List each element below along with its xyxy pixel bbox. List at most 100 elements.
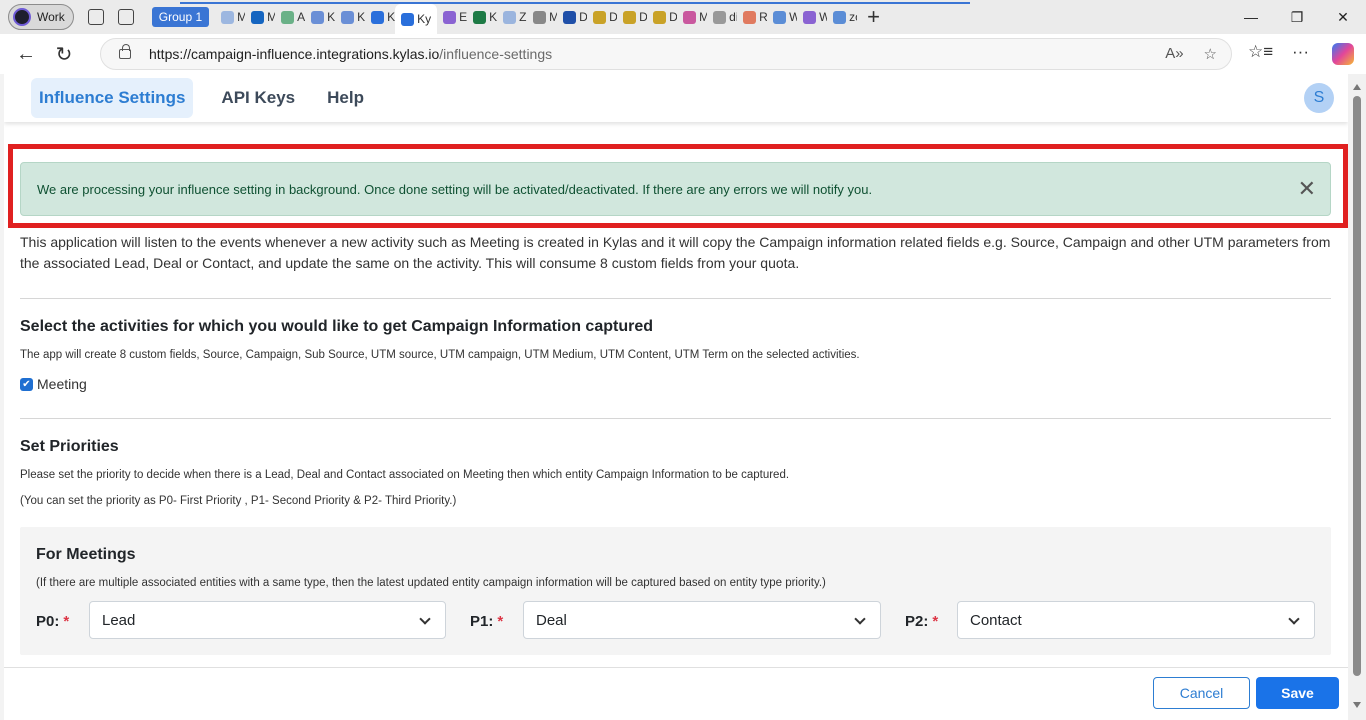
more-options-icon[interactable]: ··· bbox=[1292, 42, 1309, 62]
tab-label: Ky bbox=[387, 10, 396, 24]
browser-tab[interactable]: Ki bbox=[467, 4, 497, 30]
tab-favicon-icon bbox=[473, 10, 487, 24]
p1-label: P1: * bbox=[470, 613, 503, 630]
tab-label: Zc bbox=[519, 10, 527, 24]
activities-heading: Select the activities for which you woul… bbox=[20, 318, 653, 335]
p0-label-text: P0: bbox=[36, 613, 60, 630]
checkbox-checked-icon[interactable]: ✔ bbox=[20, 377, 33, 391]
new-tab-button[interactable]: + bbox=[867, 4, 880, 30]
browser-tab-strip: Work Group 1 MMAcKyKyKyKy✕ExKiZcMDDDDMdi… bbox=[0, 0, 1366, 34]
user-avatar[interactable]: S bbox=[1304, 83, 1334, 113]
back-icon[interactable]: ← bbox=[10, 38, 42, 70]
browser-tab[interactable]: M bbox=[245, 4, 275, 30]
tab-favicon-icon bbox=[503, 10, 517, 24]
address-bar-row: ← ↻ https://campaign-influence.integrati… bbox=[0, 34, 1366, 74]
tab-favicon-icon bbox=[683, 10, 697, 24]
tab-label: Ac bbox=[297, 10, 306, 24]
browser-tab[interactable]: Ky bbox=[365, 4, 395, 30]
browser-tab[interactable]: D bbox=[617, 4, 647, 30]
browser-tab[interactable]: W bbox=[767, 4, 797, 30]
p0-selected-value: Lead bbox=[102, 611, 136, 629]
scroll-thumb[interactable] bbox=[1353, 96, 1361, 676]
save-button[interactable]: Save bbox=[1256, 677, 1339, 709]
browser-tab[interactable]: M bbox=[215, 4, 245, 30]
required-mark: * bbox=[63, 613, 70, 630]
browser-tab[interactable]: Ex bbox=[437, 4, 467, 30]
tab-favicon-icon bbox=[281, 10, 295, 24]
tab-influence-settings[interactable]: Influence Settings bbox=[31, 78, 194, 118]
tab-favicon-icon bbox=[251, 10, 265, 24]
p2-label: P2: * bbox=[905, 613, 938, 630]
page-content: Influence Settings API Keys Help S We ar… bbox=[4, 74, 1348, 720]
scroll-up-icon[interactable] bbox=[1353, 84, 1361, 90]
meeting-checkbox-label: Meeting bbox=[37, 376, 87, 392]
url-input[interactable]: https://campaign-influence.integrations.… bbox=[100, 38, 1232, 70]
chevron-down-icon bbox=[854, 613, 866, 625]
p1-select[interactable]: Deal bbox=[523, 601, 881, 639]
p0-select[interactable]: Lead bbox=[89, 601, 446, 639]
tab-help[interactable]: Help bbox=[319, 78, 372, 118]
meeting-checkbox[interactable]: ✔ Meeting bbox=[20, 376, 87, 392]
browser-tab[interactable]: Ac bbox=[275, 4, 305, 30]
tab-favicon-icon bbox=[743, 10, 757, 24]
read-aloud-icon[interactable]: A» bbox=[1165, 45, 1183, 63]
tab-list: MMAcKyKyKyKy✕ExKiZcMDDDDMdiReWWzc bbox=[215, 0, 857, 34]
favorites-icon[interactable]: ☆≡ bbox=[1248, 42, 1273, 62]
tab-actions-icon[interactable] bbox=[117, 9, 134, 25]
browser-tab[interactable]: M bbox=[677, 4, 707, 30]
close-icon[interactable]: ✕ bbox=[1298, 178, 1316, 200]
activities-subtext: The app will create 8 custom fields, Sou… bbox=[20, 349, 860, 361]
p1-selected-value: Deal bbox=[536, 611, 567, 629]
tab-api-keys[interactable]: API Keys bbox=[213, 78, 303, 118]
browser-tab[interactable]: Zc bbox=[497, 4, 527, 30]
scroll-down-icon[interactable] bbox=[1353, 702, 1361, 708]
browser-tab[interactable]: D bbox=[647, 4, 677, 30]
profile-button[interactable]: Work bbox=[8, 4, 74, 30]
copilot-icon[interactable] bbox=[1332, 43, 1354, 65]
workspaces-icon[interactable] bbox=[87, 9, 104, 25]
tab-label: Ky bbox=[327, 10, 336, 24]
tab-label: Ki bbox=[489, 10, 498, 24]
app-description: This application will listen to the even… bbox=[20, 234, 1331, 271]
tab-favicon-icon bbox=[623, 10, 637, 24]
browser-tab[interactable]: Ky bbox=[335, 4, 365, 30]
favorite-star-icon[interactable]: ☆ bbox=[1204, 45, 1217, 63]
browser-tab[interactable]: zc bbox=[827, 4, 857, 30]
page-scrollbar[interactable] bbox=[1348, 74, 1366, 720]
meetings-priority-panel: For Meetings (If there are multiple asso… bbox=[20, 527, 1331, 655]
priorities-description: Please set the priority to decide when t… bbox=[20, 469, 790, 481]
tab-favicon-icon bbox=[371, 10, 385, 24]
processing-alert: We are processing your influence setting… bbox=[20, 162, 1331, 216]
p2-selected-value: Contact bbox=[970, 611, 1022, 629]
minimize-button[interactable]: — bbox=[1228, 0, 1274, 34]
tab-label: Ex bbox=[459, 10, 468, 24]
browser-tab[interactable]: D bbox=[587, 4, 617, 30]
lock-icon[interactable] bbox=[119, 44, 131, 59]
divider bbox=[20, 418, 1331, 419]
alert-message: We are processing your influence setting… bbox=[37, 181, 873, 197]
p2-label-text: P2: bbox=[905, 613, 929, 630]
cancel-button[interactable]: Cancel bbox=[1153, 677, 1250, 709]
tab-label: M bbox=[699, 10, 708, 24]
browser-tab[interactable]: W bbox=[797, 4, 827, 30]
browser-tab[interactable]: M bbox=[527, 4, 557, 30]
tab-label: zc bbox=[849, 10, 857, 24]
chevron-down-icon bbox=[419, 613, 431, 625]
browser-tab[interactable]: Ky✕ bbox=[395, 4, 438, 34]
form-footer: Cancel Save bbox=[4, 667, 1348, 720]
browser-tab[interactable]: Re bbox=[737, 4, 767, 30]
browser-tab[interactable]: Ky bbox=[305, 4, 335, 30]
browser-tab[interactable]: D bbox=[557, 4, 587, 30]
tab-group-label[interactable]: Group 1 bbox=[151, 7, 210, 27]
close-window-button[interactable]: ✕ bbox=[1320, 0, 1366, 34]
tab-label: D bbox=[639, 10, 648, 24]
tab-favicon-icon bbox=[713, 10, 727, 24]
p2-select[interactable]: Contact bbox=[957, 601, 1315, 639]
tab-label: D bbox=[609, 10, 618, 24]
refresh-icon[interactable]: ↻ bbox=[48, 38, 80, 70]
tab-favicon-icon bbox=[803, 10, 817, 24]
top-navigation: Influence Settings API Keys Help S bbox=[4, 74, 1348, 122]
restore-button[interactable]: ❐ bbox=[1274, 0, 1320, 34]
browser-tab[interactable]: di bbox=[707, 4, 737, 30]
tab-group-underline bbox=[180, 2, 970, 4]
